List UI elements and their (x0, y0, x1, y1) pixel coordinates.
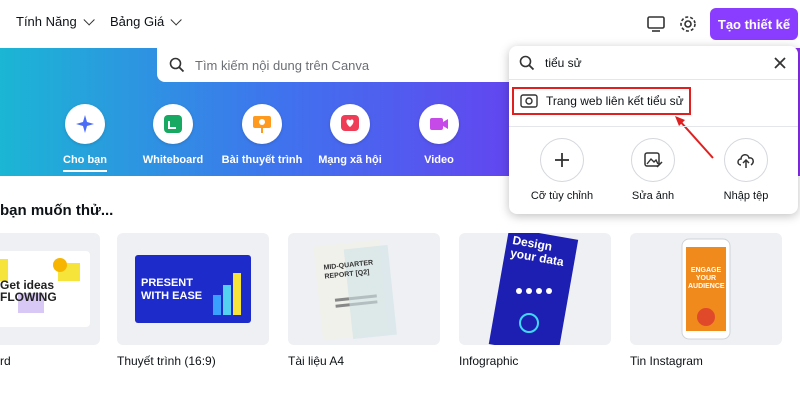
chevron-down-icon (83, 13, 95, 26)
search-icon (169, 57, 185, 73)
gear-icon[interactable] (676, 12, 700, 36)
edit-image-icon (631, 138, 675, 182)
suggestion-label: Trang web liên kết tiểu sử (546, 94, 684, 108)
video-icon (419, 104, 459, 144)
social-heart-icon (330, 104, 370, 144)
suggestion-link-in-bio[interactable]: Trang web liên kết tiểu sử (512, 87, 691, 115)
upload-cloud-icon (724, 138, 768, 182)
section-title: bạn muốn thử... (0, 202, 114, 219)
link-in-bio-icon (520, 94, 538, 108)
card-thumbnail-text: PRESENT WITH EASE (141, 277, 203, 302)
card-thumbnail-text: ENGAGE YOUR AUDIENCE (688, 267, 725, 290)
features-label: Tính Năng (16, 14, 77, 29)
action-label: Sửa ảnh (631, 190, 675, 202)
canva-home: Tính Năng Bảng Giá Tạo thiết kế Tìm kiếm… (0, 0, 800, 407)
action-edit-photo[interactable]: Sửa ảnh (615, 138, 691, 202)
popup-search-input[interactable]: tiểu sử (509, 46, 798, 80)
category-label: Video (424, 154, 454, 166)
plus-icon (540, 138, 584, 182)
popup-search-value: tiểu sử (545, 55, 582, 70)
action-label: Nhập tệp (723, 190, 769, 202)
category-label: Whiteboard (142, 154, 204, 166)
search-popup: tiểu sử Trang web liên kết tiểu sử Cỡ tù… (509, 46, 798, 214)
search-icon (519, 55, 535, 70)
top-nav: Tính Năng Bảng Giá Tạo thiết kế (0, 0, 800, 48)
pricing-label: Bảng Giá (110, 14, 165, 29)
card-label: rd (0, 354, 11, 368)
category-label: Mạng xã hội (318, 154, 382, 166)
category-label: Cho bạn (63, 154, 107, 172)
whiteboard-icon (153, 104, 193, 144)
template-card-infographic[interactable]: Design your data (459, 233, 611, 345)
card-thumbnail-text: Get ideas FLOWING (0, 278, 57, 304)
template-card-a4-doc[interactable]: MID-QUARTER REPORT [Q2] (288, 233, 440, 345)
action-label: Cỡ tùy chỉnh (530, 190, 594, 202)
chevron-down-icon (170, 13, 182, 26)
category-video[interactable]: Video (399, 104, 479, 166)
create-design-button[interactable]: Tạo thiết kế (710, 8, 798, 40)
category-for-you[interactable]: Cho bạn (45, 104, 125, 172)
hero-search-bar[interactable]: Tìm kiếm nội dung trên Canva (157, 48, 517, 82)
category-social-media[interactable]: Mạng xã hội (310, 104, 390, 166)
features-menu[interactable]: Tính Năng (16, 13, 95, 29)
presentation-icon (242, 104, 282, 144)
template-card-whiteboard[interactable]: Get ideas FLOWING (0, 233, 100, 345)
category-whiteboard[interactable]: Whiteboard (133, 104, 213, 166)
category-presentation[interactable]: Bài thuyết trình (222, 104, 302, 166)
card-label: Infographic (459, 354, 519, 368)
desktop-app-icon[interactable] (644, 12, 668, 36)
popup-divider (509, 126, 798, 127)
template-card-instagram-story[interactable]: ENGAGE YOUR AUDIENCE (630, 233, 782, 345)
close-icon[interactable] (772, 55, 788, 71)
pricing-menu[interactable]: Bảng Giá (110, 13, 182, 29)
card-label: Tài liệu A4 (288, 354, 345, 368)
action-custom-size[interactable]: Cỡ tùy chỉnh (524, 138, 600, 202)
template-card-presentation[interactable]: PRESENT WITH EASE (117, 233, 269, 345)
card-thumbnail (313, 239, 397, 341)
hero-search-placeholder: Tìm kiếm nội dung trên Canva (195, 57, 370, 73)
card-label: Thuyết trình (16:9) (117, 354, 216, 368)
sparkle-icon (65, 104, 105, 144)
category-label: Bài thuyết trình (221, 154, 303, 166)
action-upload-file[interactable]: Nhập tệp (708, 138, 784, 202)
card-label: Tin Instagram (630, 354, 703, 368)
